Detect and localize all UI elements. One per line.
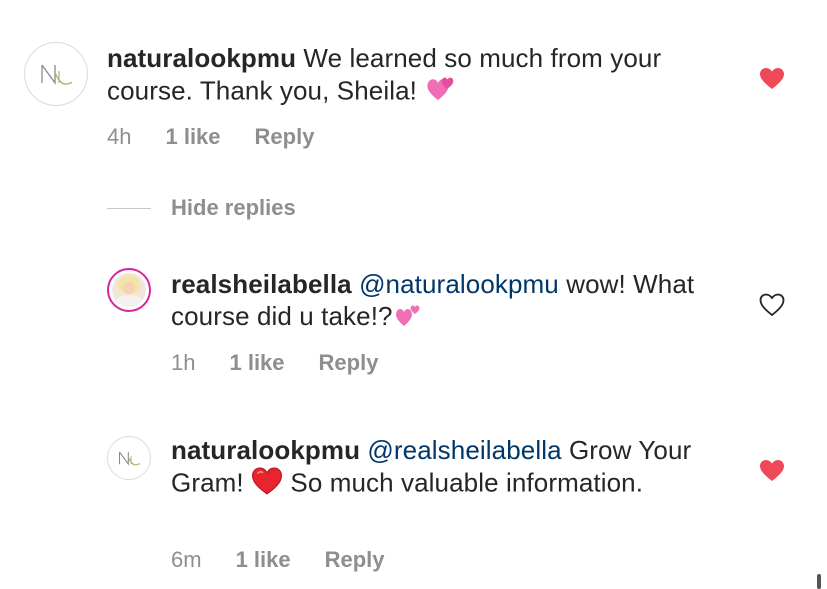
liked-heart-icon[interactable] (759, 67, 785, 91)
reply-button[interactable]: Reply (319, 350, 379, 376)
red-heart-icon (251, 466, 283, 503)
two-hearts-icon (393, 301, 425, 336)
comment-time[interactable]: 6m (171, 547, 202, 573)
naturalook-logo-icon (41, 64, 73, 86)
scrollbar[interactable] (817, 574, 821, 589)
naturalook-logo-icon (118, 451, 141, 466)
hide-replies-label: Hide replies (171, 195, 296, 220)
divider-line (107, 207, 151, 209)
hide-replies-toggle[interactable]: Hide replies (107, 195, 296, 221)
reply-button[interactable]: Reply (325, 547, 385, 573)
comment-body: realsheilabella @naturalookpmu wow! What… (171, 268, 731, 336)
comment-likes[interactable]: 1 like (229, 350, 284, 376)
profile-photo (112, 273, 146, 307)
comment-username[interactable]: naturalookpmu (107, 43, 296, 73)
comment-meta: 4h 1 like Reply (107, 124, 314, 150)
comment-likes[interactable]: 1 like (236, 547, 291, 573)
comment-username[interactable]: realsheilabella (171, 269, 352, 299)
avatar-realsheilabella[interactable] (107, 268, 151, 312)
comment-meta: 6m 1 like Reply (171, 547, 385, 573)
comment-meta: 1h 1 like Reply (171, 350, 378, 376)
comment-mention[interactable]: @naturalookpmu (359, 269, 559, 299)
comment-time[interactable]: 1h (171, 350, 195, 376)
comment-text: So much valuable information. (290, 467, 644, 498)
avatar-naturalookpmu[interactable] (107, 436, 151, 480)
comment-username[interactable]: naturalookpmu (171, 435, 360, 465)
comment-body: naturalookpmu @realsheilabella Grow Your… (171, 434, 711, 503)
avatar-naturalookpmu[interactable] (24, 42, 88, 106)
revolving-hearts-icon (424, 74, 458, 111)
comment-mention[interactable]: @realsheilabella (367, 435, 561, 465)
reply-button[interactable]: Reply (255, 124, 315, 150)
liked-heart-icon[interactable] (759, 459, 785, 483)
heart-outline-icon[interactable] (759, 293, 785, 317)
comment-likes[interactable]: 1 like (165, 124, 220, 150)
comment-body: naturalookpmu We learned so much from yo… (107, 42, 727, 111)
comment-time[interactable]: 4h (107, 124, 131, 150)
